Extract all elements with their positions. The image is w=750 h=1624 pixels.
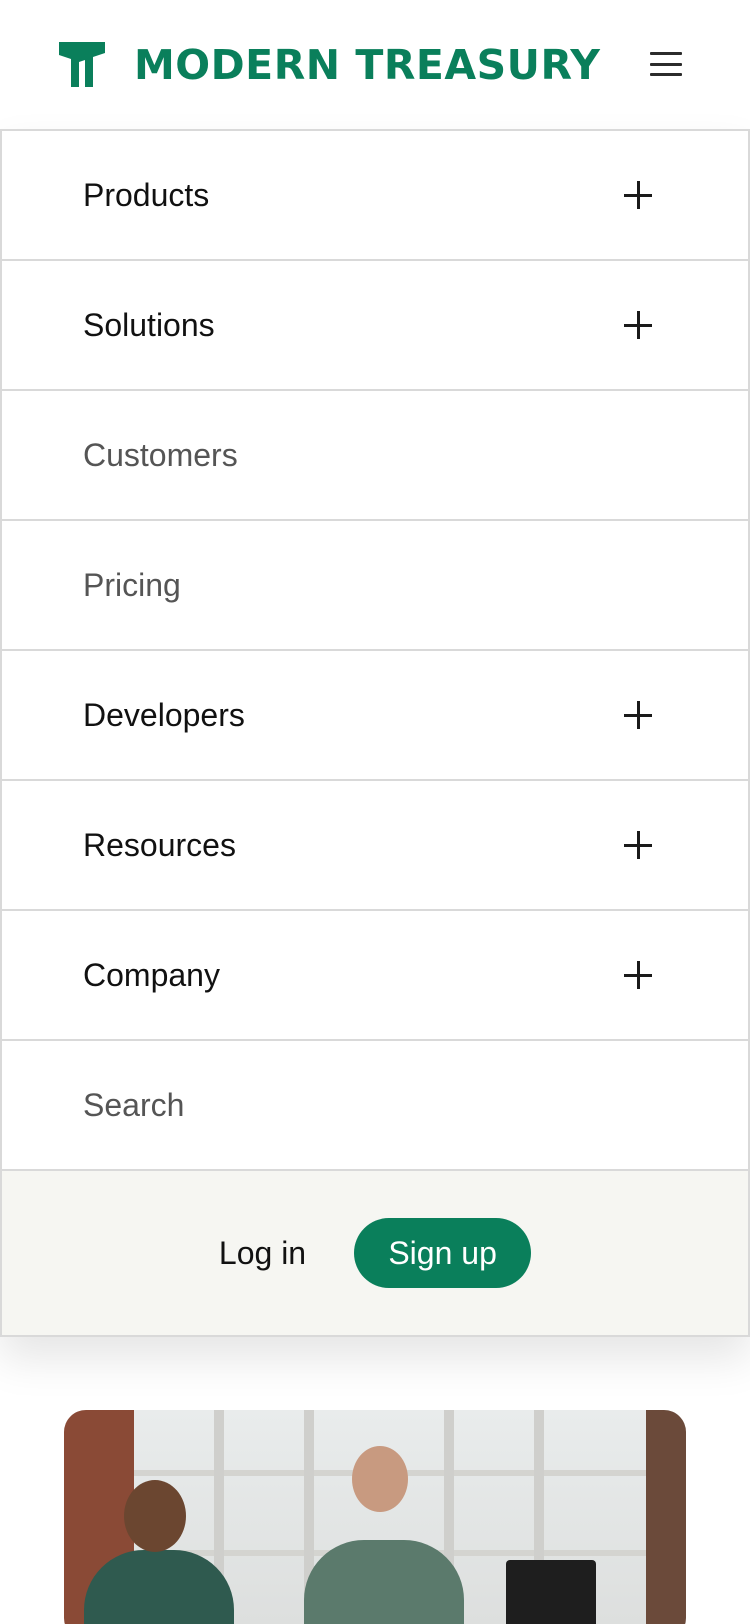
nav-item-solutions[interactable]: Solutions (2, 261, 748, 391)
nav-item-customers[interactable]: Customers (2, 391, 748, 521)
brand-logo[interactable] (59, 42, 105, 87)
nav-item-company[interactable]: Company (2, 911, 748, 1041)
brand-name[interactable]: MODERN TREASURY (134, 40, 600, 90)
nav-item-developers[interactable]: Developers (2, 651, 748, 781)
nav-item-label: Company (83, 957, 220, 993)
hamburger-menu-icon[interactable] (645, 48, 687, 80)
nav-item-label: Products (83, 177, 210, 213)
modern-treasury-logo-icon (59, 42, 105, 87)
site-header: MODERN TREASURY (0, 0, 750, 129)
hero-photo (64, 1410, 686, 1624)
nav-item-label: Solutions (83, 307, 215, 343)
plus-icon[interactable] (624, 701, 652, 729)
nav-item-resources[interactable]: Resources (2, 781, 748, 911)
plus-icon[interactable] (624, 181, 652, 209)
signup-button[interactable]: Sign up (354, 1218, 532, 1288)
nav-drawer: Products Solutions Customers Pricing Dev… (0, 129, 750, 1337)
auth-bar: Log in Sign up (2, 1171, 748, 1335)
nav-item-label: Pricing (83, 567, 181, 603)
nav-item-label: Search (83, 1087, 185, 1123)
plus-icon[interactable] (624, 831, 652, 859)
nav-item-products[interactable]: Products (2, 131, 748, 261)
nav-item-label: Resources (83, 827, 236, 863)
login-link[interactable]: Log in (219, 1235, 306, 1272)
nav-item-search[interactable]: Search (2, 1041, 748, 1171)
plus-icon[interactable] (624, 311, 652, 339)
nav-item-label: Customers (83, 437, 238, 473)
nav-item-label: Developers (83, 697, 245, 733)
plus-icon[interactable] (624, 961, 652, 989)
nav-item-pricing[interactable]: Pricing (2, 521, 748, 651)
